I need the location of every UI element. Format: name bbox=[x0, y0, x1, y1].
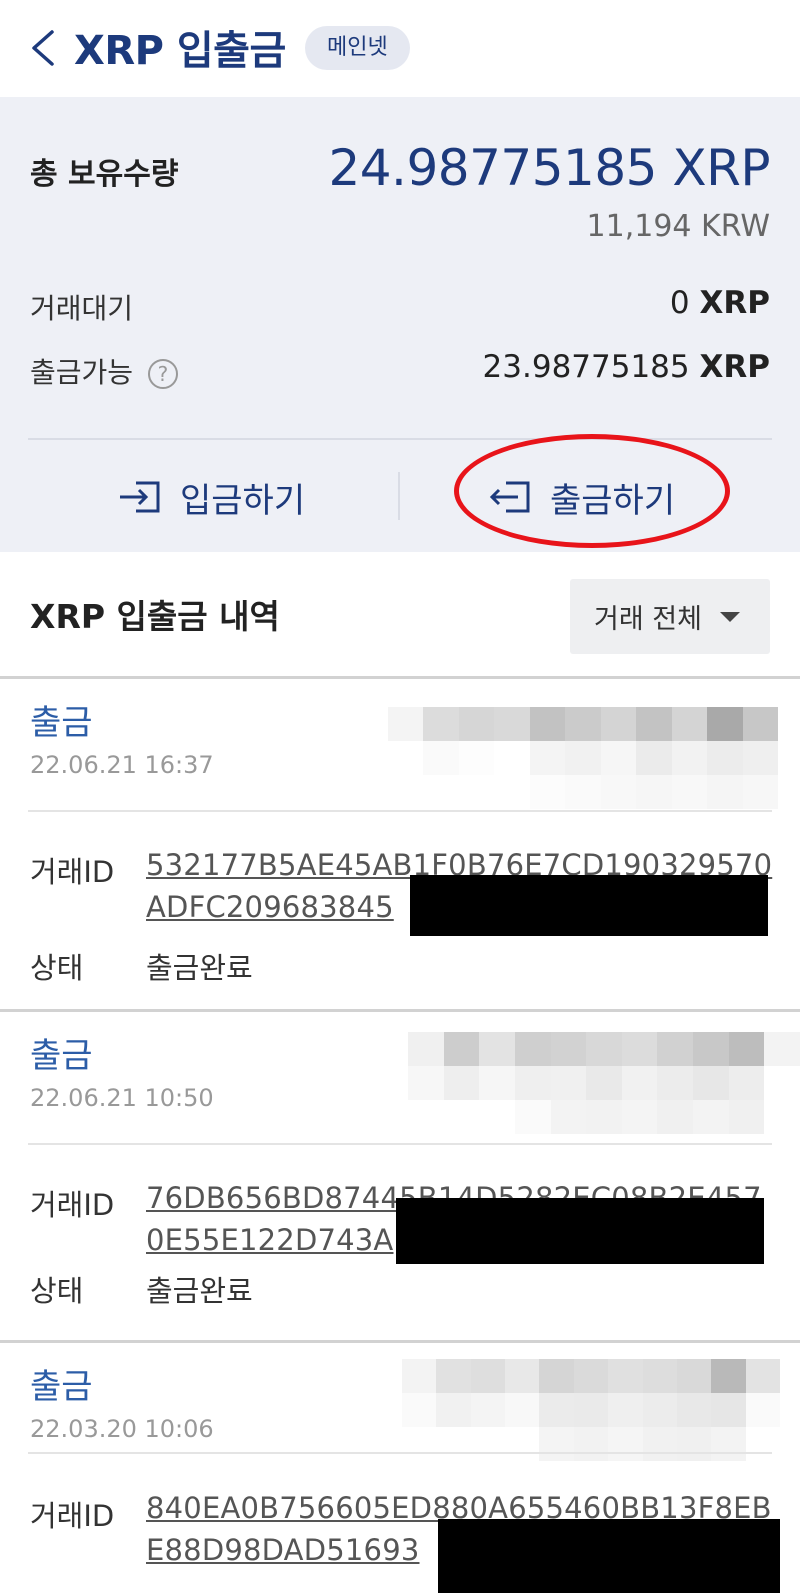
help-icon[interactable]: ? bbox=[147, 359, 178, 389]
pending-value: 0 XRP bbox=[670, 285, 770, 321]
action-separator bbox=[398, 472, 400, 520]
filter-label: 거래 전체 bbox=[594, 604, 702, 635]
transaction-item[interactable]: 출금 22.06.21 16:37 거래ID 532177B5AE45AB1F0… bbox=[0, 679, 800, 1009]
transaction-inner-divider bbox=[28, 810, 772, 812]
caret-down-icon bbox=[719, 611, 740, 622]
network-badge: 메인넷 bbox=[305, 26, 410, 70]
transaction-id-label: 거래ID bbox=[30, 1188, 115, 1222]
transaction-id-label: 거래ID bbox=[30, 1499, 115, 1533]
transaction-type: 출금 bbox=[30, 703, 93, 743]
pixelated-amount-redaction bbox=[402, 1359, 780, 1461]
transaction-type: 출금 bbox=[30, 1036, 93, 1076]
blackout-redaction bbox=[410, 875, 768, 936]
back-arrow-icon[interactable] bbox=[28, 28, 58, 68]
total-holdings-label: 총 보유수량 bbox=[30, 157, 179, 192]
deposit-label: 입금하기 bbox=[180, 480, 306, 521]
transaction-date: 22.06.21 16:37 bbox=[30, 751, 214, 779]
transaction-id-label: 거래ID bbox=[30, 855, 115, 889]
deposit-icon bbox=[120, 481, 160, 513]
pending-label: 거래대기 bbox=[30, 292, 134, 325]
transaction-type: 출금 bbox=[30, 1367, 93, 1407]
page-title: XRP 입출금 bbox=[74, 28, 286, 74]
transaction-inner-divider bbox=[28, 1143, 772, 1145]
total-krw-value: 11,194 KRW bbox=[586, 209, 770, 244]
history-title: XRP 입출금 내역 bbox=[30, 597, 280, 636]
available-label: 출금가능 bbox=[30, 356, 134, 389]
withdraw-label: 출금하기 bbox=[550, 480, 676, 521]
status-label: 상태 bbox=[30, 951, 84, 985]
withdraw-button[interactable]: 출금하기 bbox=[488, 462, 675, 532]
available-value: 23.98775185 XRP bbox=[483, 349, 770, 385]
available-amount: 23.98775185 bbox=[482, 349, 690, 385]
transaction-item[interactable]: 출금 22.03.20 10:06 거래ID 840EA0B756605ED88… bbox=[0, 1343, 800, 1593]
transaction-item[interactable]: 출금 22.06.21 10:50 거래ID 76DB656BD87445B14… bbox=[0, 1012, 800, 1342]
available-label-row: 출금가능 ? bbox=[30, 351, 178, 391]
blackout-redaction bbox=[438, 1519, 780, 1593]
app-header: XRP 입출금 메인넷 bbox=[0, 0, 800, 97]
balance-summary: 총 보유수량 24.98775185 XRP 11,194 KRW 거래대기 0… bbox=[0, 97, 800, 552]
pending-unit: XRP bbox=[699, 285, 771, 321]
transaction-status: 출금완료 bbox=[146, 1274, 253, 1308]
pending-amount: 0 bbox=[669, 285, 690, 321]
transaction-filter-dropdown[interactable]: 거래 전체 bbox=[570, 579, 770, 654]
available-unit: XRP bbox=[699, 349, 771, 385]
deposit-button[interactable]: 입금하기 bbox=[118, 462, 305, 532]
transaction-date: 22.03.20 10:06 bbox=[30, 1415, 214, 1443]
withdraw-icon bbox=[489, 481, 530, 513]
pixelated-amount-redaction bbox=[388, 707, 778, 809]
transaction-date: 22.06.21 10:50 bbox=[30, 1084, 214, 1112]
pixelated-amount-redaction bbox=[408, 1032, 800, 1134]
transaction-inner-divider bbox=[28, 1452, 772, 1454]
total-holdings-value: 24.98775185 XRP bbox=[328, 139, 770, 197]
transaction-status: 출금완료 bbox=[146, 951, 253, 985]
status-label: 상태 bbox=[30, 1274, 84, 1308]
summary-divider bbox=[28, 438, 772, 440]
blackout-redaction bbox=[396, 1198, 764, 1264]
